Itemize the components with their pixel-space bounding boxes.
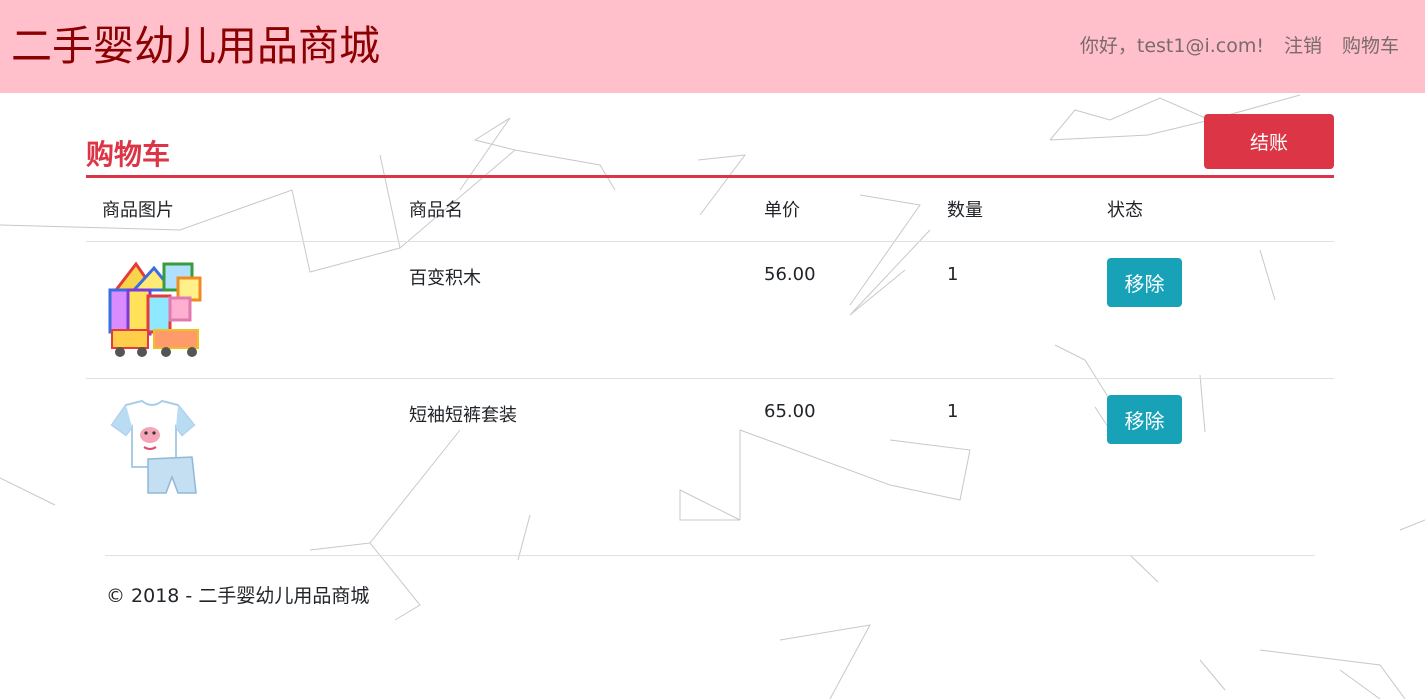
cart-table: 商品图片 商品名 单价 数量 状态 百变积木 56.00 1 移除 短袖短裤套装… — [86, 178, 1334, 515]
cart-link[interactable]: 购物车 — [1342, 32, 1399, 60]
table-row: 百变积木 56.00 1 移除 — [86, 241, 1334, 379]
user-greeting: 你好，test1@i.com! — [1079, 35, 1264, 57]
product-status-cell: 移除 — [1091, 241, 1334, 379]
product-image-cell — [86, 378, 393, 515]
table-header-row: 商品图片 商品名 单价 数量 状态 — [86, 178, 1334, 242]
table-row: 短袖短裤套装 65.00 1 移除 — [86, 378, 1334, 515]
top-navbar: 二手婴幼儿用品商城 你好，test1@i.com! 注销 购物车 — [0, 0, 1425, 93]
footer-divider — [105, 555, 1315, 556]
column-header-status: 状态 — [1091, 178, 1334, 242]
magnetic-blocks-toy-image[interactable] — [104, 260, 204, 360]
remove-button[interactable]: 移除 — [1107, 394, 1182, 444]
product-image-cell — [86, 241, 393, 379]
page-title: 购物车 — [86, 138, 171, 171]
logout-link[interactable]: 注销 — [1284, 32, 1322, 60]
product-name: 短袖短裤套装 — [409, 404, 517, 426]
product-name: 百变积木 — [393, 241, 748, 379]
tshirt-shorts-set-image[interactable] — [104, 397, 204, 497]
product-status-cell: 移除 — [1091, 378, 1334, 515]
product-quantity: 1 — [947, 400, 959, 422]
product-price: 56.00 — [748, 241, 931, 379]
checkout-button[interactable]: 结账 — [1204, 114, 1334, 169]
column-header-price: 单价 — [748, 178, 931, 242]
product-quantity: 1 — [931, 241, 1091, 379]
column-header-name: 商品名 — [393, 178, 748, 242]
column-header-quantity: 数量 — [931, 178, 1091, 242]
site-brand[interactable]: 二手婴幼儿用品商城 — [11, 20, 380, 72]
user-nav: 你好，test1@i.com! 注销 购物车 — [1080, 32, 1399, 60]
product-price: 65.00 — [764, 400, 816, 422]
page-footer: © 2018 - 二手婴幼儿用品商城 — [106, 585, 370, 607]
column-header-image: 商品图片 — [86, 178, 393, 242]
remove-button[interactable]: 移除 — [1107, 257, 1182, 307]
